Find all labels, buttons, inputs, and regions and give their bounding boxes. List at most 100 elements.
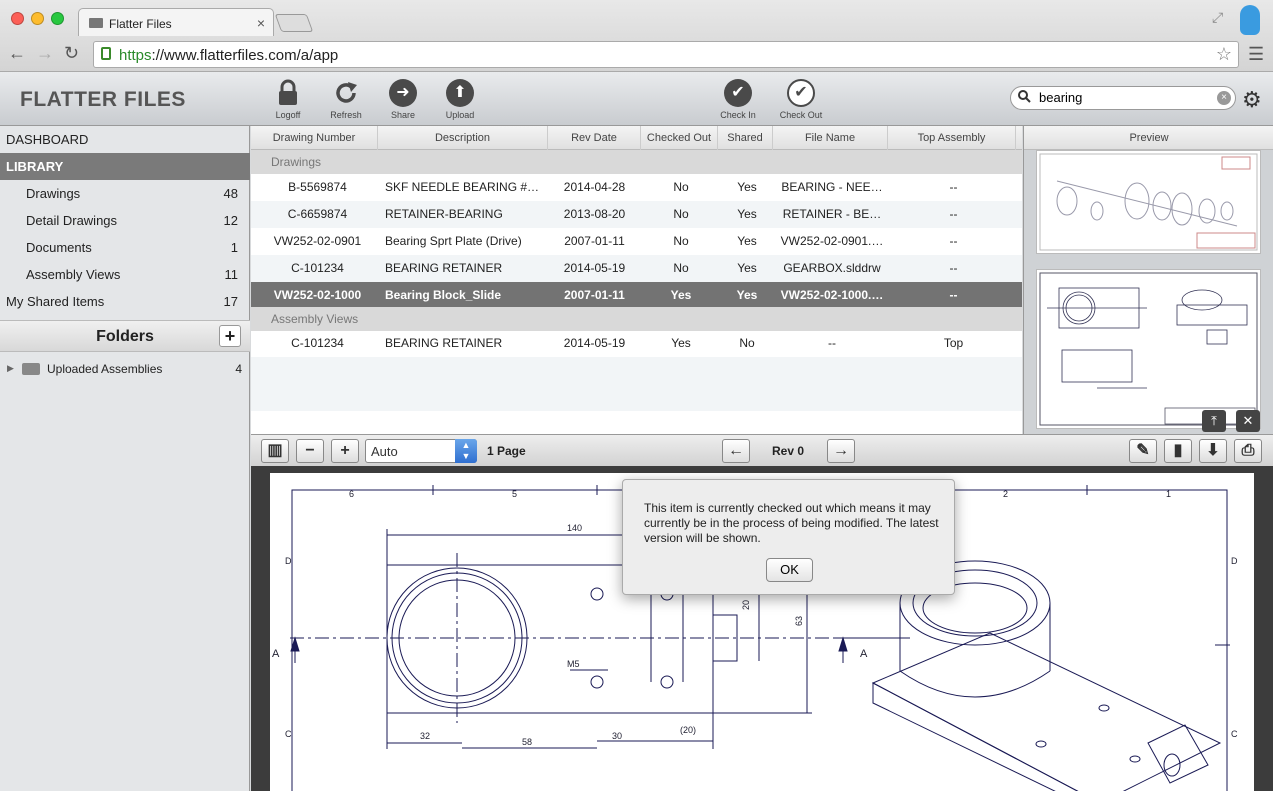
ok-button[interactable]: OK xyxy=(766,558,813,582)
search-box[interactable]: × xyxy=(1010,86,1236,110)
sidebar-toggle-icon: ▥ xyxy=(267,442,283,459)
cell-file-name: GEARBOX.slddrw xyxy=(783,261,881,275)
cell-checked-out: Yes xyxy=(670,288,692,302)
browser-navbar: ← → ↻ https://www.flatterfiles.com/a/app… xyxy=(0,38,1273,72)
cell-drawing-number: C-101234 xyxy=(291,336,344,350)
folders-title: Folders xyxy=(96,328,154,345)
drawing-col-mark: 5 xyxy=(512,489,517,499)
close-icon[interactable]: ✕ xyxy=(1236,410,1260,432)
table-row[interactable]: C-101234 BEARING RETAINER 2014-05-19 Yes… xyxy=(251,330,1022,357)
zoom-window-button[interactable] xyxy=(51,12,64,25)
zoom-in-button[interactable]: + xyxy=(331,439,359,463)
table-row[interactable]: VW252-02-0901 Bearing Sprt Plate (Drive)… xyxy=(251,228,1022,255)
document-button[interactable]: ▮ xyxy=(1164,439,1192,463)
sidebar-item-assembly-views[interactable]: Assembly Views 11 xyxy=(0,261,250,288)
group-header: Drawings xyxy=(251,150,1022,174)
dimension-label: 140 xyxy=(567,523,582,533)
next-revision-button[interactable]: → xyxy=(827,439,855,463)
column-header[interactable]: Description xyxy=(378,126,548,150)
folder-icon xyxy=(89,18,103,28)
cell-top-assembly: -- xyxy=(949,207,958,221)
check-out-button[interactable]: ✔ Check Out xyxy=(775,79,827,120)
add-folder-button[interactable]: + xyxy=(219,325,241,347)
refresh-button[interactable]: Refresh xyxy=(320,79,372,120)
column-header[interactable]: Top Assembly xyxy=(888,126,1016,150)
column-header[interactable]: Checked Out xyxy=(641,126,718,150)
expand-triangle-icon[interactable]: ▶ xyxy=(7,363,14,374)
dialog-message: This item is currently checked out which… xyxy=(644,501,939,545)
reload-icon[interactable]: ↻ xyxy=(64,43,79,64)
fullscreen-icon[interactable]: ⤢ xyxy=(1212,9,1223,26)
new-tab-button[interactable] xyxy=(274,14,314,32)
upload-button[interactable]: ⬆ Upload xyxy=(434,79,486,120)
table-row[interactable]: B-5569874 SKF NEEDLE BEARING #… 2014-04-… xyxy=(251,174,1022,201)
cell-file-name: -- xyxy=(828,336,836,350)
clear-search-icon[interactable]: × xyxy=(1217,91,1231,105)
cell-checked-out: No xyxy=(673,234,689,248)
lock-icon xyxy=(274,79,302,107)
column-header[interactable]: Drawing Number xyxy=(251,126,378,150)
table-row[interactable]: C-6659874 RETAINER-BEARING 2013-08-20 No… xyxy=(251,201,1022,228)
sidebar-item-my-shared-items[interactable]: My Shared Items 17 xyxy=(0,288,250,315)
forward-arrow-icon[interactable]: → xyxy=(36,43,54,64)
sidebar-item-documents[interactable]: Documents 1 xyxy=(0,234,250,261)
profile-icon[interactable] xyxy=(1240,5,1260,35)
sidebar-item-library[interactable]: LIBRARY xyxy=(0,153,250,180)
cell-checked-out: Yes xyxy=(671,336,691,350)
dimension-label: (20) xyxy=(680,725,696,735)
viewer-toolbar: ▥ − + Auto ▲ ▼ 1 Page ← Rev 0 → ✎ ▮ ⬇ ⎙ xyxy=(251,434,1273,466)
app-header: FLATTER FILES Logoff Refresh ➜ Share ⬆ U… xyxy=(0,72,1273,126)
drawing-row-mark: C xyxy=(285,729,292,739)
menu-icon[interactable]: ☰ xyxy=(1248,44,1264,65)
checked-out-dialog: This item is currently checked out which… xyxy=(622,479,955,595)
edit-button[interactable]: ✎ xyxy=(1129,439,1157,463)
logoff-button[interactable]: Logoff xyxy=(262,79,314,120)
cell-rev-date: 2014-04-28 xyxy=(563,180,626,194)
tab-close-icon[interactable]: × xyxy=(257,15,265,31)
preview-thumbnail[interactable] xyxy=(1036,150,1261,254)
zoom-select[interactable]: Auto ▲ ▼ xyxy=(365,439,477,463)
browser-tab[interactable]: Flatter Files × xyxy=(78,8,274,36)
share-button[interactable]: ➜ Share xyxy=(377,79,429,120)
minimize-window-button[interactable] xyxy=(31,12,44,25)
column-header[interactable]: Rev Date xyxy=(548,126,641,150)
checkmark-outline-icon: ✔ xyxy=(787,79,815,107)
gear-icon[interactable]: ⚙ xyxy=(1242,87,1262,113)
previous-revision-button[interactable]: ← xyxy=(722,439,750,463)
table-row-selected[interactable]: VW252-02-1000 Bearing Block_Slide 2007-0… xyxy=(251,282,1022,309)
folder-item-uploaded-assemblies[interactable]: ▶ Uploaded Assemblies 4 xyxy=(0,358,250,380)
bookmark-star-icon[interactable]: ☆ xyxy=(1216,44,1232,65)
cell-shared: Yes xyxy=(737,234,757,248)
sidebar-item-detail-drawings[interactable]: Detail Drawings 12 xyxy=(0,207,250,234)
search-input[interactable] xyxy=(1039,90,1219,105)
sidebar-item-count: 11 xyxy=(224,267,239,282)
zoom-value: Auto xyxy=(371,444,398,459)
sidebar-item-label: Detail Drawings xyxy=(26,213,118,228)
refresh-icon xyxy=(332,79,360,107)
sidebar-item-count: 1 xyxy=(230,240,238,255)
address-bar[interactable]: https://www.flatterfiles.com/a/app ☆ xyxy=(93,41,1239,68)
lock-icon xyxy=(101,47,111,60)
preview-thumbnail-selected[interactable] xyxy=(1036,269,1261,429)
preview-panel: Preview ⤒ ✕ xyxy=(1023,126,1273,434)
table-row-empty xyxy=(251,357,1022,384)
cell-top-assembly: Top xyxy=(943,336,964,350)
dimension-label: 58 xyxy=(522,737,532,747)
back-arrow-icon[interactable]: ← xyxy=(8,43,26,64)
scroll-top-icon[interactable]: ⤒ xyxy=(1202,410,1226,432)
column-header[interactable]: Shared xyxy=(718,126,773,150)
cell-rev-date: 2014-05-19 xyxy=(563,336,626,350)
zoom-out-button[interactable]: − xyxy=(296,439,324,463)
sidebar-item-dashboard[interactable]: DASHBOARD xyxy=(0,126,250,153)
folder-icon xyxy=(22,363,40,375)
close-window-button[interactable] xyxy=(11,12,24,25)
sidebar-item-drawings[interactable]: Drawings 48 xyxy=(0,180,250,207)
plus-icon: + xyxy=(340,442,350,459)
toggle-sidebar-button[interactable]: ▥ xyxy=(261,439,289,463)
print-button[interactable]: ⎙ xyxy=(1234,439,1262,463)
check-in-button[interactable]: ✔ Check In xyxy=(712,79,764,120)
table-row[interactable]: C-101234 BEARING RETAINER 2014-05-19 No … xyxy=(251,255,1022,282)
column-header[interactable]: File Name xyxy=(773,126,888,150)
document-icon: ▮ xyxy=(1173,442,1183,459)
download-button[interactable]: ⬇ xyxy=(1199,439,1227,463)
